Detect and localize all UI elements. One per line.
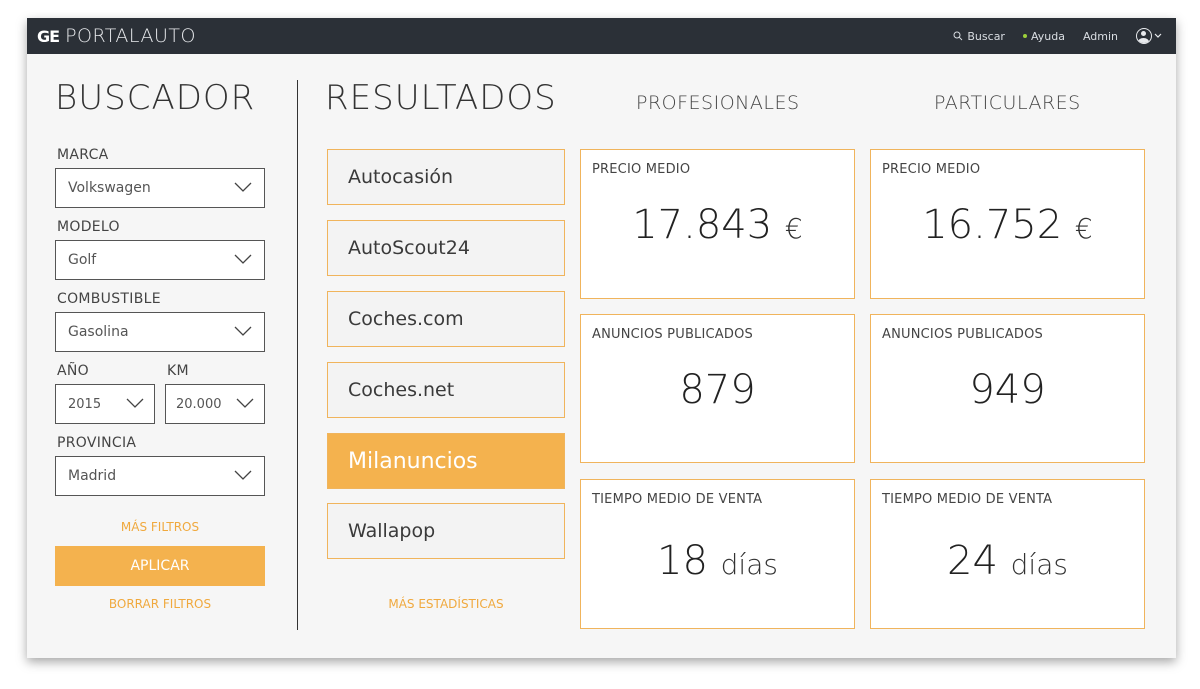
stat-value: 24 días — [871, 538, 1144, 584]
stat-card-tiempo-particulares: TIEMPO MEDIO DE VENTA 24 días — [870, 479, 1145, 629]
source-item[interactable]: AutoScout24 — [327, 220, 565, 276]
combustible-value: Gasolina — [68, 324, 129, 340]
chevron-down-icon — [236, 398, 254, 408]
logo[interactable]: GE PORTALAUTO — [37, 25, 196, 47]
stat-number: 17.843 — [632, 202, 773, 248]
stat-label: TIEMPO MEDIO DE VENTA — [592, 492, 763, 507]
stat-number: 16.752 — [922, 202, 1063, 248]
search-link[interactable]: Buscar — [953, 30, 1005, 43]
source-item[interactable]: Coches.com — [327, 291, 565, 347]
stat-card-tiempo-profesionales: TIEMPO MEDIO DE VENTA 18 días — [580, 479, 855, 629]
stat-unit: € — [1074, 212, 1093, 245]
anio-label: AÑO — [57, 363, 89, 379]
stat-number: 24 — [947, 538, 998, 584]
chevron-down-icon — [234, 182, 252, 192]
stat-value: 16.752 € — [871, 202, 1144, 248]
app-window: GE PORTALAUTO Buscar Ayuda Admin BUSCADO… — [27, 18, 1176, 658]
stat-card-anuncios-profesionales: ANUNCIOS PUBLICADOS 879 — [580, 314, 855, 463]
user-avatar-icon — [1136, 28, 1152, 44]
app-title: PORTALAUTO — [65, 25, 196, 47]
chevron-down-icon — [126, 398, 144, 408]
search-label: Buscar — [967, 29, 1005, 43]
stat-number: 879 — [679, 367, 756, 413]
stat-number: 18 — [657, 538, 708, 584]
stat-value: 17.843 € — [581, 202, 854, 248]
top-bar: GE PORTALAUTO Buscar Ayuda Admin — [27, 18, 1176, 54]
apply-button[interactable]: APLICAR — [55, 546, 265, 586]
anio-value: 2015 — [68, 396, 102, 412]
stat-card-precio-profesionales: PRECIO MEDIO 17.843 € — [580, 149, 855, 299]
more-filters-link[interactable]: MÁS FILTROS — [55, 520, 265, 534]
stat-unit: € — [784, 212, 803, 245]
stat-unit: días — [720, 548, 778, 581]
source-item-active[interactable]: Milanuncios — [327, 433, 565, 489]
chevron-down-icon — [1154, 33, 1162, 38]
profesionales-title: PROFESIONALES — [636, 92, 800, 114]
marca-label: MARCA — [57, 147, 109, 163]
help-label: Ayuda — [1030, 29, 1065, 43]
user-menu[interactable] — [1136, 28, 1162, 44]
top-actions: Buscar Ayuda Admin — [953, 28, 1162, 44]
modelo-label: MODELO — [57, 219, 120, 235]
modelo-select[interactable]: Golf — [55, 240, 265, 280]
status-dot-icon — [1022, 34, 1027, 38]
km-value: 20.000 — [176, 396, 222, 412]
logo-mark: GE — [37, 26, 60, 46]
combustible-select[interactable]: Gasolina — [55, 312, 265, 352]
anio-select[interactable]: 2015 — [55, 384, 155, 424]
sidebar-title: BUSCADOR — [55, 78, 256, 118]
provincia-label: PROVINCIA — [57, 435, 137, 451]
stat-label: PRECIO MEDIO — [592, 162, 691, 177]
chevron-down-icon — [234, 470, 252, 480]
search-icon — [953, 31, 963, 41]
provincia-select[interactable]: Madrid — [55, 456, 265, 496]
stat-number: 949 — [969, 367, 1046, 413]
km-select[interactable]: 20.000 — [165, 384, 265, 424]
help-link[interactable]: Ayuda — [1022, 29, 1065, 43]
modelo-value: Golf — [68, 252, 97, 268]
stat-label: TIEMPO MEDIO DE VENTA — [882, 492, 1053, 507]
marca-value: Volkswagen — [68, 180, 151, 196]
marca-select[interactable]: Volkswagen — [55, 168, 265, 208]
clear-filters-link[interactable]: BORRAR FILTROS — [55, 597, 265, 611]
stat-unit: días — [1010, 548, 1068, 581]
source-item[interactable]: Wallapop — [327, 503, 565, 559]
chevron-down-icon — [234, 254, 252, 264]
admin-link[interactable]: Admin — [1083, 30, 1118, 43]
stat-card-anuncios-particulares: ANUNCIOS PUBLICADOS 949 — [870, 314, 1145, 463]
stat-label: PRECIO MEDIO — [882, 162, 981, 177]
source-item[interactable]: Coches.net — [327, 362, 565, 418]
results-title: RESULTADOS — [325, 78, 557, 118]
stat-label: ANUNCIOS PUBLICADOS — [592, 327, 753, 342]
more-stats-link[interactable]: MÁS ESTADÍSTICAS — [327, 597, 565, 611]
source-item[interactable]: Autocasión — [327, 149, 565, 205]
chevron-down-icon — [234, 326, 252, 336]
combustible-label: COMBUSTIBLE — [57, 291, 161, 307]
stat-value: 18 días — [581, 538, 854, 584]
stat-card-precio-particulares: PRECIO MEDIO 16.752 € — [870, 149, 1145, 299]
provincia-value: Madrid — [68, 468, 117, 484]
divider — [297, 80, 298, 630]
stat-label: ANUNCIOS PUBLICADOS — [882, 327, 1043, 342]
km-label: KM — [167, 363, 189, 379]
particulares-title: PARTICULARES — [934, 92, 1081, 114]
